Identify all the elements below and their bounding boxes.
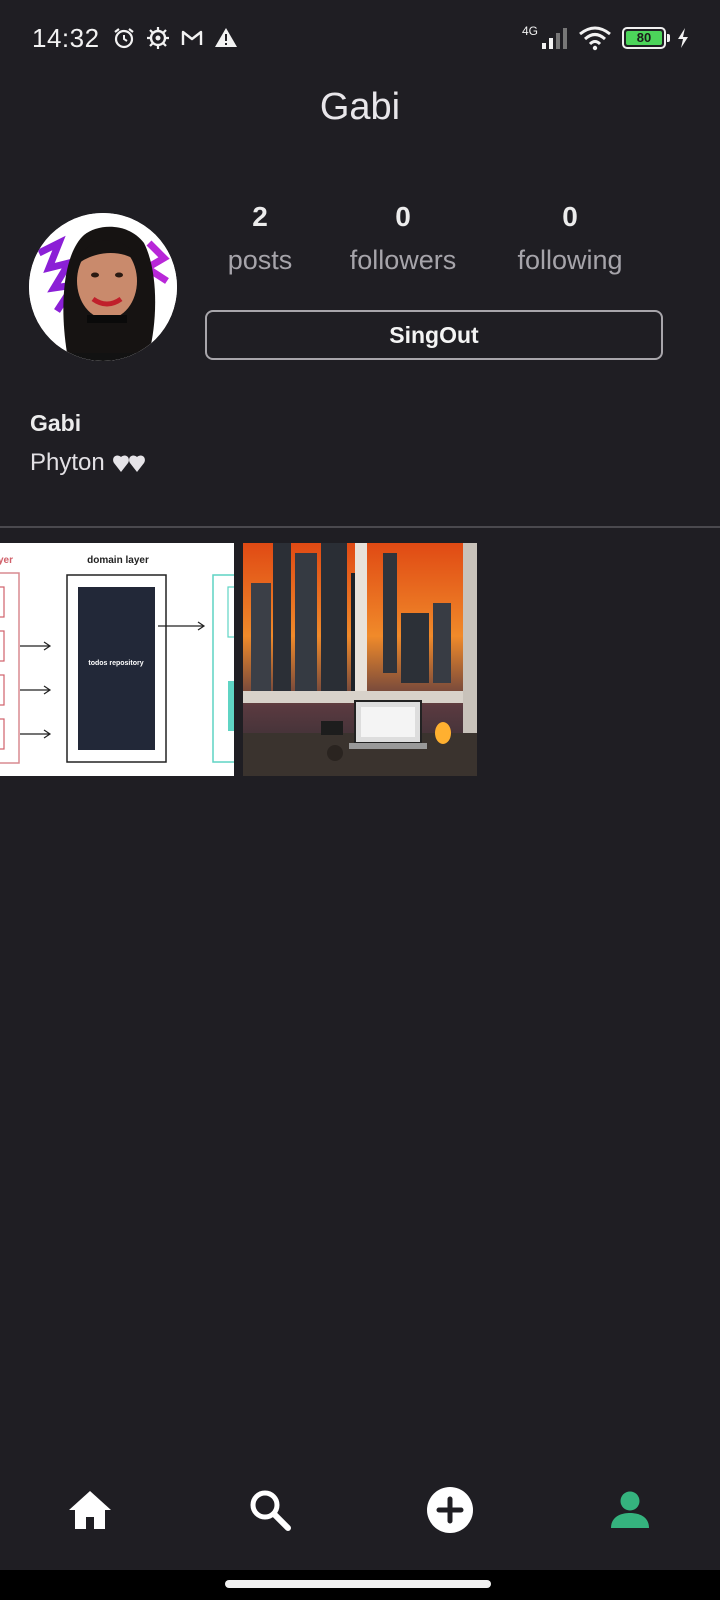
avatar-image	[29, 213, 177, 361]
hearts-emoji-icon	[112, 455, 145, 472]
stat-followers[interactable]: 0 followers	[323, 195, 483, 276]
stat-followers-label: followers	[349, 245, 457, 275]
stat-following[interactable]: 0 following	[490, 195, 650, 276]
search-icon	[250, 1490, 291, 1531]
nav-add[interactable]	[410, 1480, 490, 1540]
diagram-left-header: yer	[0, 555, 13, 566]
wifi-icon	[579, 26, 611, 51]
signal-icon	[542, 28, 567, 49]
stat-posts[interactable]: 2 posts	[180, 195, 340, 276]
photo-image	[243, 543, 477, 776]
stat-posts-value: 2	[252, 201, 268, 232]
page-title: Gabi	[319, 86, 401, 128]
stat-followers-value: 0	[395, 201, 411, 232]
nav-home[interactable]	[50, 1480, 130, 1540]
network-label: 4G	[521, 24, 538, 38]
status-left: 14:32	[32, 23, 238, 54]
profile-username: Gabi	[30, 410, 82, 436]
stat-following-label: following	[517, 245, 623, 275]
add-icon	[427, 1487, 473, 1533]
bottom-nav	[0, 1470, 720, 1550]
stat-posts-label: posts	[227, 245, 293, 275]
home-indicator[interactable]	[225, 1580, 491, 1588]
status-bar: 14:32 4G 80	[0, 0, 720, 76]
battery-icon: 80	[622, 27, 670, 49]
status-right: 4G 80	[521, 24, 690, 51]
diagram-box-label: todos repository	[88, 660, 143, 667]
alarm-icon	[113, 28, 134, 49]
post-thumbnail[interactable]: yer domain layer todos repository	[0, 543, 234, 776]
profile-bio: Phyton	[30, 449, 145, 477]
settings-icon	[146, 27, 169, 49]
status-time: 14:32	[32, 22, 100, 53]
charging-icon	[678, 28, 688, 48]
gesture-bar	[0, 1570, 720, 1600]
diagram-image: yer domain layer todos repository	[0, 543, 234, 776]
home-icon	[69, 1491, 111, 1529]
profile-bio-text: Phyton	[30, 449, 105, 476]
stat-following-value: 0	[562, 201, 578, 232]
nav-search[interactable]	[230, 1480, 310, 1540]
post-thumbnail[interactable]	[243, 543, 477, 776]
signout-button[interactable]: SingOut	[205, 310, 663, 360]
profile-icon	[611, 1491, 649, 1528]
warning-icon	[214, 28, 237, 47]
battery-level: 80	[626, 31, 662, 45]
screen: 14:32 4G 80 Gabi 2 posts 0 followers 0 f…	[0, 0, 720, 1600]
divider	[0, 526, 720, 528]
nav-profile[interactable]	[590, 1480, 670, 1540]
profile-stats: 2 posts 0 followers 0 following	[205, 195, 665, 285]
avatar[interactable]	[29, 213, 177, 361]
diagram-header: domain layer	[87, 555, 149, 566]
gmail-icon	[181, 30, 202, 45]
